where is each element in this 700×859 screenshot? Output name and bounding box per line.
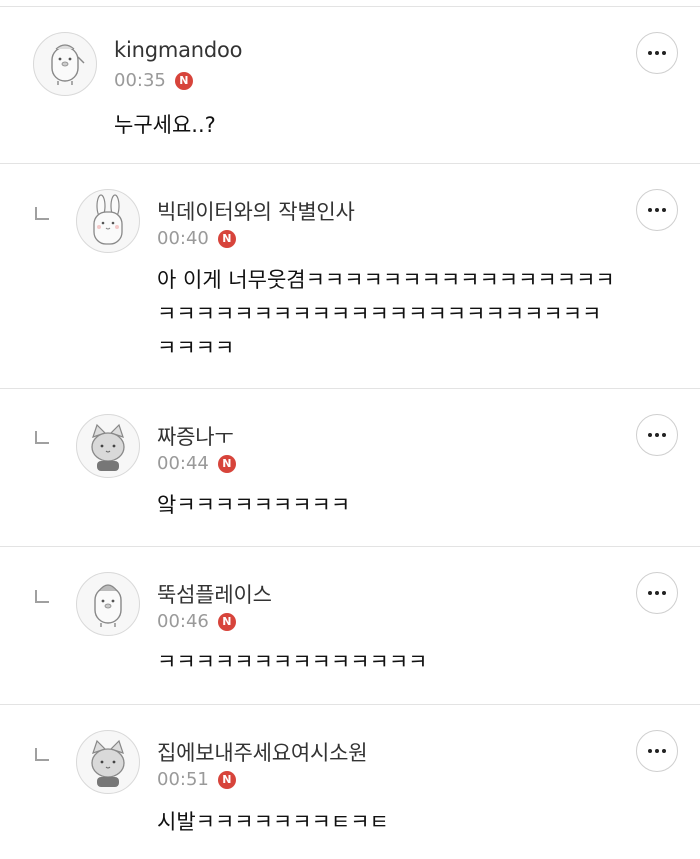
cat-character-avatar (91, 423, 125, 471)
dot-icon (655, 749, 659, 753)
comment-username[interactable]: 짜증나ㅜ (157, 421, 234, 451)
comment-meta: 00:51 N (157, 769, 236, 790)
dot-icon (655, 51, 659, 55)
comment-time: 00:40 (157, 228, 209, 249)
comment-username[interactable]: kingmandoo (114, 38, 242, 62)
rabbit-character-avatar (93, 194, 123, 245)
cat-character-avatar (91, 739, 125, 787)
comment-body: 누구세요..? (114, 113, 216, 137)
dot-icon (648, 208, 652, 212)
dot-icon (655, 591, 659, 595)
dot-icon (662, 51, 666, 55)
more-options-button[interactable] (636, 572, 678, 614)
penguin-character-avatar (94, 584, 122, 627)
comment-time: 00:35 (114, 70, 166, 91)
comment-time: 00:51 (157, 769, 209, 790)
dot-icon (662, 591, 666, 595)
dot-icon (662, 749, 666, 753)
more-options-button[interactable] (636, 730, 678, 772)
penguin-character-avatar (51, 44, 85, 85)
comment-body: ㅋㅋㅋㅋㅋㅋㅋㅋㅋㅋㅋㅋㅋㅋ (157, 650, 428, 674)
top-divider (0, 6, 700, 7)
avatar[interactable] (76, 189, 140, 253)
comment-time: 00:46 (157, 611, 209, 632)
avatar[interactable] (33, 32, 97, 96)
more-options-button[interactable] (636, 32, 678, 74)
reply-arrow-icon (35, 431, 49, 444)
dot-icon (655, 433, 659, 437)
dot-icon (648, 51, 652, 55)
comment-username[interactable]: 집에보내주세요여시소원 (157, 737, 368, 767)
comment-body: 앜ㅋㅋㅋㅋㅋㅋㅋㅋㅋ (157, 493, 351, 517)
avatar[interactable] (76, 572, 140, 636)
more-options-button[interactable] (636, 189, 678, 231)
comment-meta: 00:44 N (157, 453, 236, 474)
comment-body-line: ㅋㅋㅋㅋ (157, 336, 235, 360)
dot-icon (648, 433, 652, 437)
dot-icon (655, 208, 659, 212)
comment-body: 아 이게 너무웃겸ㅋㅋㅋㅋㅋㅋㅋㅋㅋㅋㅋㅋㅋㅋㅋㅋ ㅋㅋㅋㅋㅋㅋㅋㅋㅋㅋㅋㅋㅋㅋ… (157, 263, 615, 365)
comment-divider (0, 388, 700, 389)
avatar[interactable] (76, 414, 140, 478)
comment-meta: 00:35 N (114, 70, 193, 91)
comment-username[interactable]: 뚝섬플레이스 (157, 579, 272, 609)
comment-divider (0, 163, 700, 164)
comment-meta: 00:46 N (157, 611, 236, 632)
dot-icon (648, 591, 652, 595)
reply-arrow-icon (35, 207, 49, 220)
comment-username[interactable]: 빅데이터와의 작별인사 (157, 196, 355, 226)
new-badge-icon: N (217, 612, 236, 631)
avatar[interactable] (76, 730, 140, 794)
comment-divider (0, 704, 700, 705)
comment-divider (0, 546, 700, 547)
dot-icon (662, 433, 666, 437)
comment-body: 시발ㅋㅋㅋㅋㅋㅋㅋㅌㅋㅌ (157, 810, 389, 834)
comment-body-line: 아 이게 너무웃겸ㅋㅋㅋㅋㅋㅋㅋㅋㅋㅋㅋㅋㅋㅋㅋㅋ (157, 268, 615, 292)
more-options-button[interactable] (636, 414, 678, 456)
new-badge-icon: N (174, 71, 193, 90)
new-badge-icon: N (217, 770, 236, 789)
new-badge-icon: N (217, 454, 236, 473)
comment-time: 00:44 (157, 453, 209, 474)
reply-arrow-icon (35, 748, 49, 761)
comment-body-line: ㅋㅋㅋㅋㅋㅋㅋㅋㅋㅋㅋㅋㅋㅋㅋㅋㅋㅋㅋㅋㅋㅋㅋ (157, 302, 602, 326)
new-badge-icon: N (217, 229, 236, 248)
comment-meta: 00:40 N (157, 228, 236, 249)
reply-arrow-icon (35, 590, 49, 603)
dot-icon (662, 208, 666, 212)
dot-icon (648, 749, 652, 753)
